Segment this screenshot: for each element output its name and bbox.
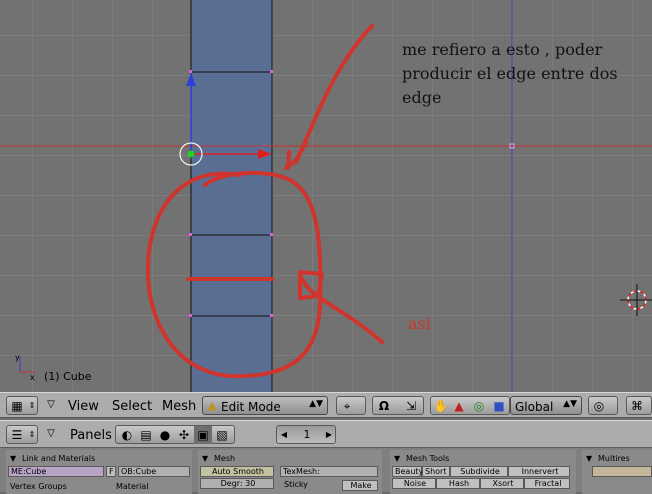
svg-text:y: y (15, 353, 20, 362)
object-name-field[interactable]: OB:Cube (118, 466, 190, 477)
texmesh-field[interactable]: TexMesh: (280, 466, 378, 477)
innervert-select[interactable]: Innervert (508, 466, 570, 477)
panel-collapse-icon[interactable]: ▼ (586, 454, 592, 466)
menu-view[interactable]: View (68, 399, 99, 414)
beauty-toggle[interactable]: Beauty (392, 466, 423, 477)
panel-title: Link and Materials (22, 454, 96, 463)
make-sticky-button[interactable]: Make (342, 480, 378, 491)
noise-button[interactable]: Noise (392, 478, 436, 489)
vertex-groups-label: Vertex Groups (10, 482, 67, 491)
annotation-text: me refiero a esto , poder producir el ed… (402, 38, 618, 110)
panel-multires: ▼ Multires (582, 450, 652, 494)
xsort-button[interactable]: Xsort (480, 478, 524, 489)
widget-toggle-group[interactable]: Ω ⇲ (372, 396, 424, 415)
menu-select[interactable]: Select (112, 399, 152, 414)
square-icon[interactable]: ■ (491, 397, 507, 415)
auto-smooth-toggle[interactable]: Auto Smooth (200, 466, 274, 477)
frame-number-value: 1 (303, 428, 311, 441)
proportional-edit-button[interactable]: ◎ (588, 396, 618, 415)
arrow-right-icon[interactable]: ▶ (324, 426, 334, 444)
buttons-header: ☰ ⇕ ▽ Panels ◐ ▤ ● ✣ ▣ ▧ ◀ 1 ▶ (0, 420, 652, 448)
mode-select[interactable]: ▲ Edit Mode ▲▼ (202, 396, 328, 415)
panel-collapse-icon[interactable]: ▼ (202, 454, 208, 466)
updown-icon: ⇕ (28, 401, 36, 410)
sticky-label: Sticky (284, 480, 308, 489)
short-toggle[interactable]: Short (422, 466, 450, 477)
edit-mode-icon: ▲ (207, 399, 217, 412)
orientation-select-value: Global (515, 400, 554, 414)
magnet-icon: Ω (378, 399, 390, 413)
collapse-triangle-icon[interactable]: ▽ (44, 396, 58, 414)
menu-mesh[interactable]: Mesh (162, 399, 196, 414)
logic-icon[interactable]: ◐ (118, 426, 136, 444)
svg-text:x: x (30, 373, 35, 382)
add-multires-button[interactable] (592, 466, 652, 477)
window-type-button[interactable]: ☰ ⇕ (6, 425, 38, 444)
snap-icon: ⌘ (631, 399, 643, 413)
list-icon: ☰ (11, 428, 23, 442)
annotation-line-3: edge (402, 88, 442, 107)
manipulator-buttons[interactable]: ✋ ▲ ◎ ■ (430, 396, 510, 415)
dropdown-arrow-icon: ▲▼ (309, 399, 323, 409)
panel-title: Multires (598, 454, 630, 463)
material-label: Material (116, 482, 149, 491)
annotation-line-1: me refiero a esto , poder (402, 40, 603, 59)
editing-icon[interactable]: ▣ (194, 426, 212, 444)
fractal-button[interactable]: Fractal (524, 478, 570, 489)
view3d-header: ▦ ⇕ ▽ View Select Mesh ▲ Edit Mode ▲▼ ⌖ … (0, 392, 652, 418)
3d-cursor[interactable] (620, 284, 652, 316)
object-name-label: (1) Cube (44, 370, 92, 383)
window-type-button[interactable]: ▦ ⇕ (6, 396, 38, 415)
orientation-select[interactable]: Global ▲▼ (510, 396, 582, 415)
panel-mesh-tools: ▼ Mesh Tools Beauty Short Subdivide Inne… (390, 450, 576, 494)
panel-link-materials: ▼ Link and Materials ME:Cube F OB:Cube V… (6, 450, 192, 494)
mesh-datablock-value: ME:Cube (11, 467, 47, 476)
snap-button[interactable]: ⌘ (626, 396, 652, 415)
triangle-icon[interactable]: ▲ (451, 397, 467, 415)
degree-field[interactable]: Degr: 30 (200, 478, 274, 489)
panel-title: Mesh Tools (406, 454, 450, 463)
updown-icon: ⇕ (28, 430, 36, 439)
subdivide-button[interactable]: Subdivide (450, 466, 508, 477)
arrow-left-icon[interactable]: ◀ (279, 426, 289, 444)
frame-number-field[interactable]: ◀ 1 ▶ (276, 425, 336, 444)
panels-label[interactable]: Panels (70, 428, 112, 443)
object-name-value: OB:Cube (121, 467, 157, 476)
context-buttons[interactable]: ◐ ▤ ● ✣ ▣ ▧ (115, 425, 235, 444)
annotation-arrow-head-b (286, 150, 291, 170)
3d-viewport[interactable]: y x me refiero a esto , poder producir e… (0, 0, 652, 392)
panel-mesh: ▼ Mesh Auto Smooth Degr: 30 TexMesh: Sti… (198, 450, 382, 494)
hand-icon[interactable]: ✋ (433, 397, 449, 415)
scene-icon[interactable]: ▧ (213, 426, 231, 444)
buttons-window: ▼ Link and Materials ME:Cube F OB:Cube V… (0, 448, 652, 494)
grid-icon: ▦ (11, 399, 23, 413)
annotation-pointer-line (298, 273, 384, 344)
mesh-face[interactable] (191, 0, 272, 392)
panel-title: Mesh (214, 454, 236, 463)
orientation-gizmo: y x (15, 353, 35, 382)
object-icon[interactable]: ✣ (175, 426, 193, 444)
circle-icon[interactable]: ◎ (471, 397, 487, 415)
manipulator-icon: ⇲ (405, 399, 417, 413)
collapse-triangle-icon[interactable]: ▽ (44, 425, 58, 443)
mode-select-value: Edit Mode (221, 400, 281, 414)
mesh-datablock-field[interactable]: ME:Cube (8, 466, 104, 477)
proportional-icon: ◎ (593, 399, 605, 413)
dropdown-arrow-icon: ▲▼ (563, 399, 577, 409)
annotation-asi: asi (408, 314, 431, 333)
pivot-select[interactable]: ⌖ (336, 396, 366, 415)
script-icon[interactable]: ▤ (137, 426, 155, 444)
manipulator-center[interactable] (187, 150, 195, 158)
hash-button[interactable]: Hash (436, 478, 480, 489)
annotation-line-2: producir el edge entre dos (402, 64, 618, 83)
shading-icon[interactable]: ● (156, 426, 174, 444)
fake-user-button[interactable]: F (106, 466, 116, 477)
pivot-icon: ⌖ (343, 399, 351, 413)
panel-collapse-icon[interactable]: ▼ (394, 454, 400, 466)
panel-collapse-icon[interactable]: ▼ (10, 454, 16, 466)
